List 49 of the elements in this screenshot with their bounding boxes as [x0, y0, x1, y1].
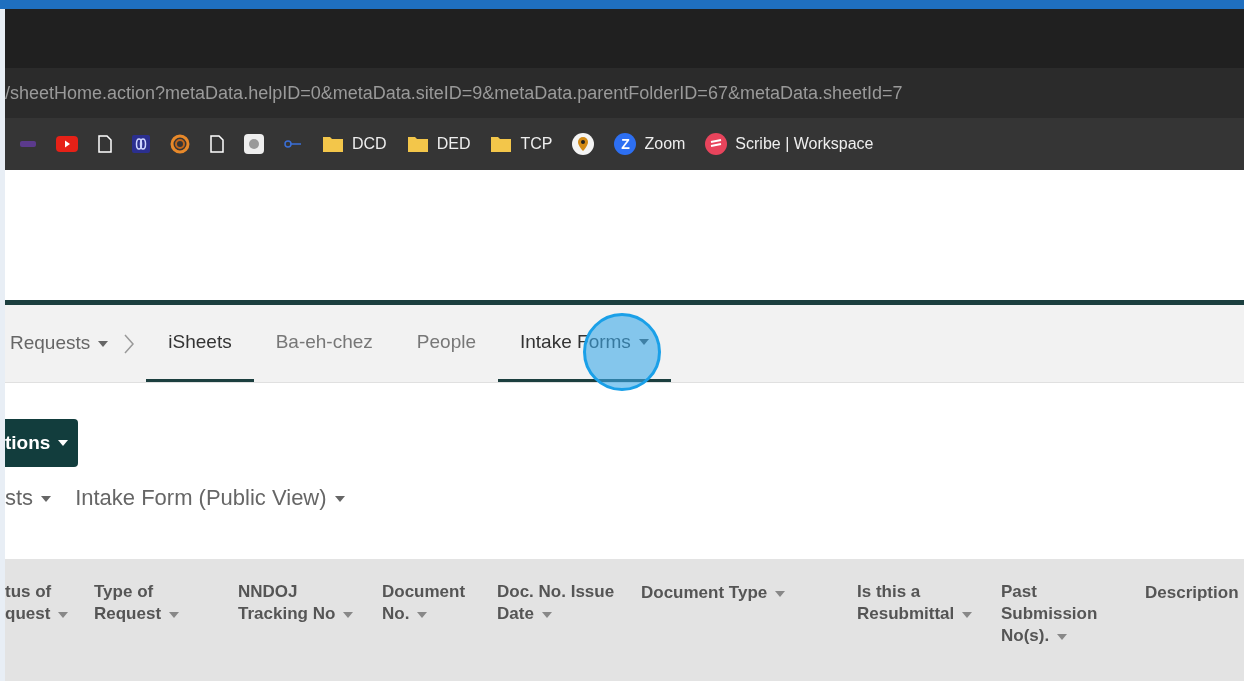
ring-icon[interactable] — [170, 134, 190, 154]
page-icon[interactable] — [210, 135, 224, 153]
caret-icon — [343, 611, 354, 618]
actions-button[interactable]: tions — [5, 419, 79, 467]
bookmark-link[interactable]: Scribe | Workspace — [735, 132, 874, 156]
caret-icon — [541, 611, 552, 618]
nav-tab[interactable]: Ba-eh-chez — [253, 305, 395, 382]
caret-icon — [98, 341, 109, 348]
bookmark-link[interactable]: DCD — [352, 132, 387, 156]
column-header[interactable]: Past Submission No(s). — [1001, 581, 1098, 647]
zoom-icon: Z — [614, 133, 637, 155]
caret-icon — [638, 339, 649, 345]
column-header[interactable]: NNDOJ Tracking No — [238, 581, 354, 625]
column-header[interactable]: Document Type — [641, 582, 786, 604]
column-header[interactable]: Is this a Resubmittal — [857, 581, 973, 625]
bookmark-link[interactable]: TCP — [520, 132, 553, 156]
column-header: Description — [1145, 582, 1239, 604]
folder-icon — [406, 135, 429, 153]
chevron-right-icon — [124, 333, 135, 354]
column-header[interactable]: Doc. No. Issue Date — [497, 581, 615, 625]
play-icon[interactable] — [56, 136, 78, 152]
address-bar-url[interactable]: /sheetHome.action?metaData.helpID=0&metaData.siteID=9&metaData.parentFolderID=67&metaData.sheetId=7 — [5, 79, 903, 107]
view-dropdown[interactable]: Intake Form (Public View) — [75, 480, 345, 514]
caret-icon — [169, 611, 180, 618]
column-header[interactable]: tus of quest — [5, 581, 69, 625]
key-icon[interactable] — [284, 140, 302, 148]
caret-icon — [58, 611, 69, 618]
view-dropdown[interactable]: sts — [5, 480, 52, 514]
bookmark-icon — [705, 133, 728, 155]
folder-icon — [490, 135, 513, 153]
breadcrumb-link[interactable]: Requests — [10, 329, 109, 358]
caret-icon — [775, 590, 786, 597]
caret-icon — [41, 495, 52, 502]
caret-icon — [417, 611, 428, 618]
nav-tab[interactable]: People — [394, 305, 498, 382]
bookmark-icon[interactable] — [244, 134, 264, 154]
location-pin-icon[interactable] — [572, 133, 595, 155]
caret-icon — [334, 495, 345, 502]
page-icon[interactable] — [98, 135, 112, 153]
bookmark-link[interactable]: DED — [436, 132, 471, 156]
column-header[interactable]: Document No. — [382, 581, 466, 625]
caret-icon — [962, 611, 973, 618]
folder-icon — [322, 135, 344, 153]
bookmark-link[interactable]: Zoom — [644, 132, 686, 156]
caret-icon — [58, 440, 69, 446]
column-header[interactable]: Type of Request — [94, 581, 180, 625]
nav-tab[interactable]: iSheets — [146, 305, 254, 382]
caret-icon — [1057, 633, 1068, 640]
bookmark-icon[interactable] — [132, 135, 150, 153]
